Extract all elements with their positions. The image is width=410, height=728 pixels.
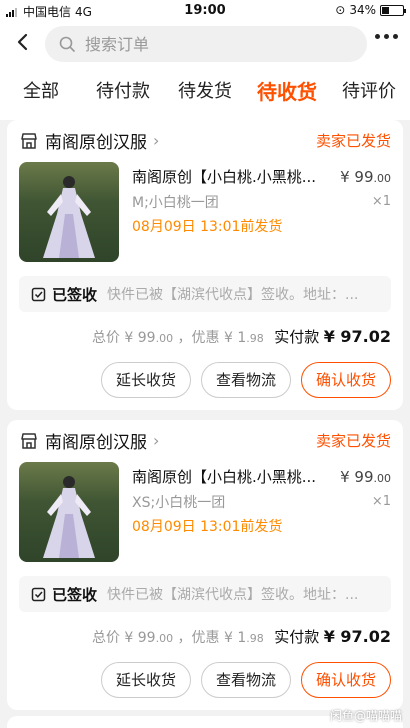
total-dec: .00 [155,632,174,645]
watermark: 闲鱼@喵喵喵 [329,709,402,723]
price-summary: 总价 ¥ 99.00 ，优惠 ¥ 1.98 实付款 ¥ 97.02 [92,326,391,347]
shop-name: 南阁原创汉服 [45,133,147,153]
extend-receipt-button[interactable]: 延长收货 [100,362,191,398]
status-bar: 中国电信 4G 19:00 ⊙ 34% [0,0,410,22]
order-card[interactable]: 南阁原创汉服 › 卖家已发货 南阁原创【小白桃.小黑桃... XS;小白桃一团 … [7,420,403,710]
battery-fill [382,6,389,14]
hanfu-dress-image [43,476,95,558]
tab-all[interactable]: 全部 [0,66,82,120]
logistics-detail: 快件已被【湖滨代收点】签收。地址：... [107,587,359,603]
unit-price-int: ¥ 99 [340,168,374,186]
unit-price: ¥ 99.00 [340,468,391,486]
paid-int: ¥ 97 [323,327,363,346]
chevron-right-icon: › [153,131,160,150]
back-button[interactable] [12,31,38,57]
discount-int: ¥ 1 [224,330,247,346]
battery-icon [380,4,406,16]
view-logistics-button[interactable]: 查看物流 [200,662,291,698]
more-icon[interactable] [375,34,398,39]
shop-name: 南阁原创汉服 [45,433,147,453]
ship-deadline: 08月09日 13:01前发货 [132,519,283,535]
logistics-bar[interactable]: 已签收 快件已被【湖滨代收点】签收。地址：... [19,576,391,612]
paid-int: ¥ 97 [323,627,363,646]
product-spec: XS;小白桃一团 [132,495,226,511]
view-logistics-button[interactable]: 查看物流 [200,362,291,398]
total-dec: .00 [155,332,174,345]
paid-label: 实付款 [274,628,320,646]
unit-price-int: ¥ 99 [340,468,374,486]
total-label: 总价 [91,630,120,646]
paid-dec: .02 [362,327,391,346]
total-int: ¥ 99 [124,330,156,346]
order-status: 卖家已发货 [315,132,391,150]
ship-deadline: 08月09日 13:01前发货 [132,219,283,235]
total-label: 总价 [91,330,120,346]
order-actions: 延长收货 查看物流 确认收货 [100,662,391,698]
discount-label: ，优惠 [177,630,220,646]
unit-price: ¥ 99.00 [340,168,391,186]
shop-icon [21,432,37,449]
logistics-status: 已签收 [52,585,98,604]
extend-receipt-button[interactable]: 延长收货 [100,662,191,698]
product-title[interactable]: 南阁原创【小白桃.小黑桃... [132,166,327,187]
status-right: ⊙ 34% [335,3,406,17]
product-title[interactable]: 南阁原创【小白桃.小黑桃... [132,466,327,487]
product-image[interactable] [19,462,119,562]
order-card[interactable]: 南阁原创汉服 › 卖家已发货 南阁原创【小白桃.小黑桃... M;小白桃一团 0… [7,120,403,410]
tab-pending-review[interactable]: 待评价 [328,66,410,120]
confirm-receipt-button[interactable]: 确认收货 [300,662,391,698]
shop-header[interactable]: 南阁原创汉服 › [19,428,159,453]
paid-dec: .02 [362,627,391,646]
shop-icon [21,132,37,149]
orientation-lock-icon: ⊙ [335,3,346,17]
tab-pending-payment[interactable]: 待付款 [82,66,164,120]
discount-label: ，优惠 [177,330,220,346]
order-tabs: 全部 待付款 待发货 待收货 待评价 [0,66,410,120]
logistics-detail: 快件已被【湖滨代收点】签收。地址：... [107,287,359,303]
logistics-bar[interactable]: 已签收 快件已被【湖滨代收点】签收。地址：... [19,276,391,312]
top-bar [0,22,410,66]
back-arrow-icon [17,33,28,51]
confirm-receipt-button[interactable]: 确认收货 [300,362,391,398]
battery-percent: 34% [349,3,376,17]
discount-int: ¥ 1 [224,630,247,646]
shop-header[interactable]: 南阁原创汉服 › [19,128,159,153]
logistics-status: 已签收 [52,285,98,304]
search-input[interactable] [85,34,335,54]
signed-check-icon [31,587,46,601]
quantity: ×1 [371,194,391,209]
total-int: ¥ 99 [124,630,156,646]
signed-check-icon [31,287,46,301]
search-icon [59,36,75,52]
tab-pending-receipt[interactable]: 待收货 [246,66,328,120]
hanfu-dress-image [43,176,95,258]
quantity: ×1 [371,494,391,509]
order-status: 卖家已发货 [315,432,391,450]
unit-price-dec: .00 [373,472,392,485]
paid-label: 实付款 [274,328,320,346]
unit-price-dec: .00 [373,172,392,185]
price-summary: 总价 ¥ 99.00 ，优惠 ¥ 1.98 实付款 ¥ 97.02 [92,626,391,647]
search-box[interactable] [45,26,367,62]
product-image[interactable] [19,162,119,262]
product-spec: M;小白桃一团 [132,195,219,211]
chevron-right-icon: › [153,431,160,450]
tab-pending-shipment[interactable]: 待发货 [164,66,246,120]
discount-dec: .98 [246,632,264,645]
order-actions: 延长收货 查看物流 确认收货 [100,362,391,398]
discount-dec: .98 [246,332,264,345]
